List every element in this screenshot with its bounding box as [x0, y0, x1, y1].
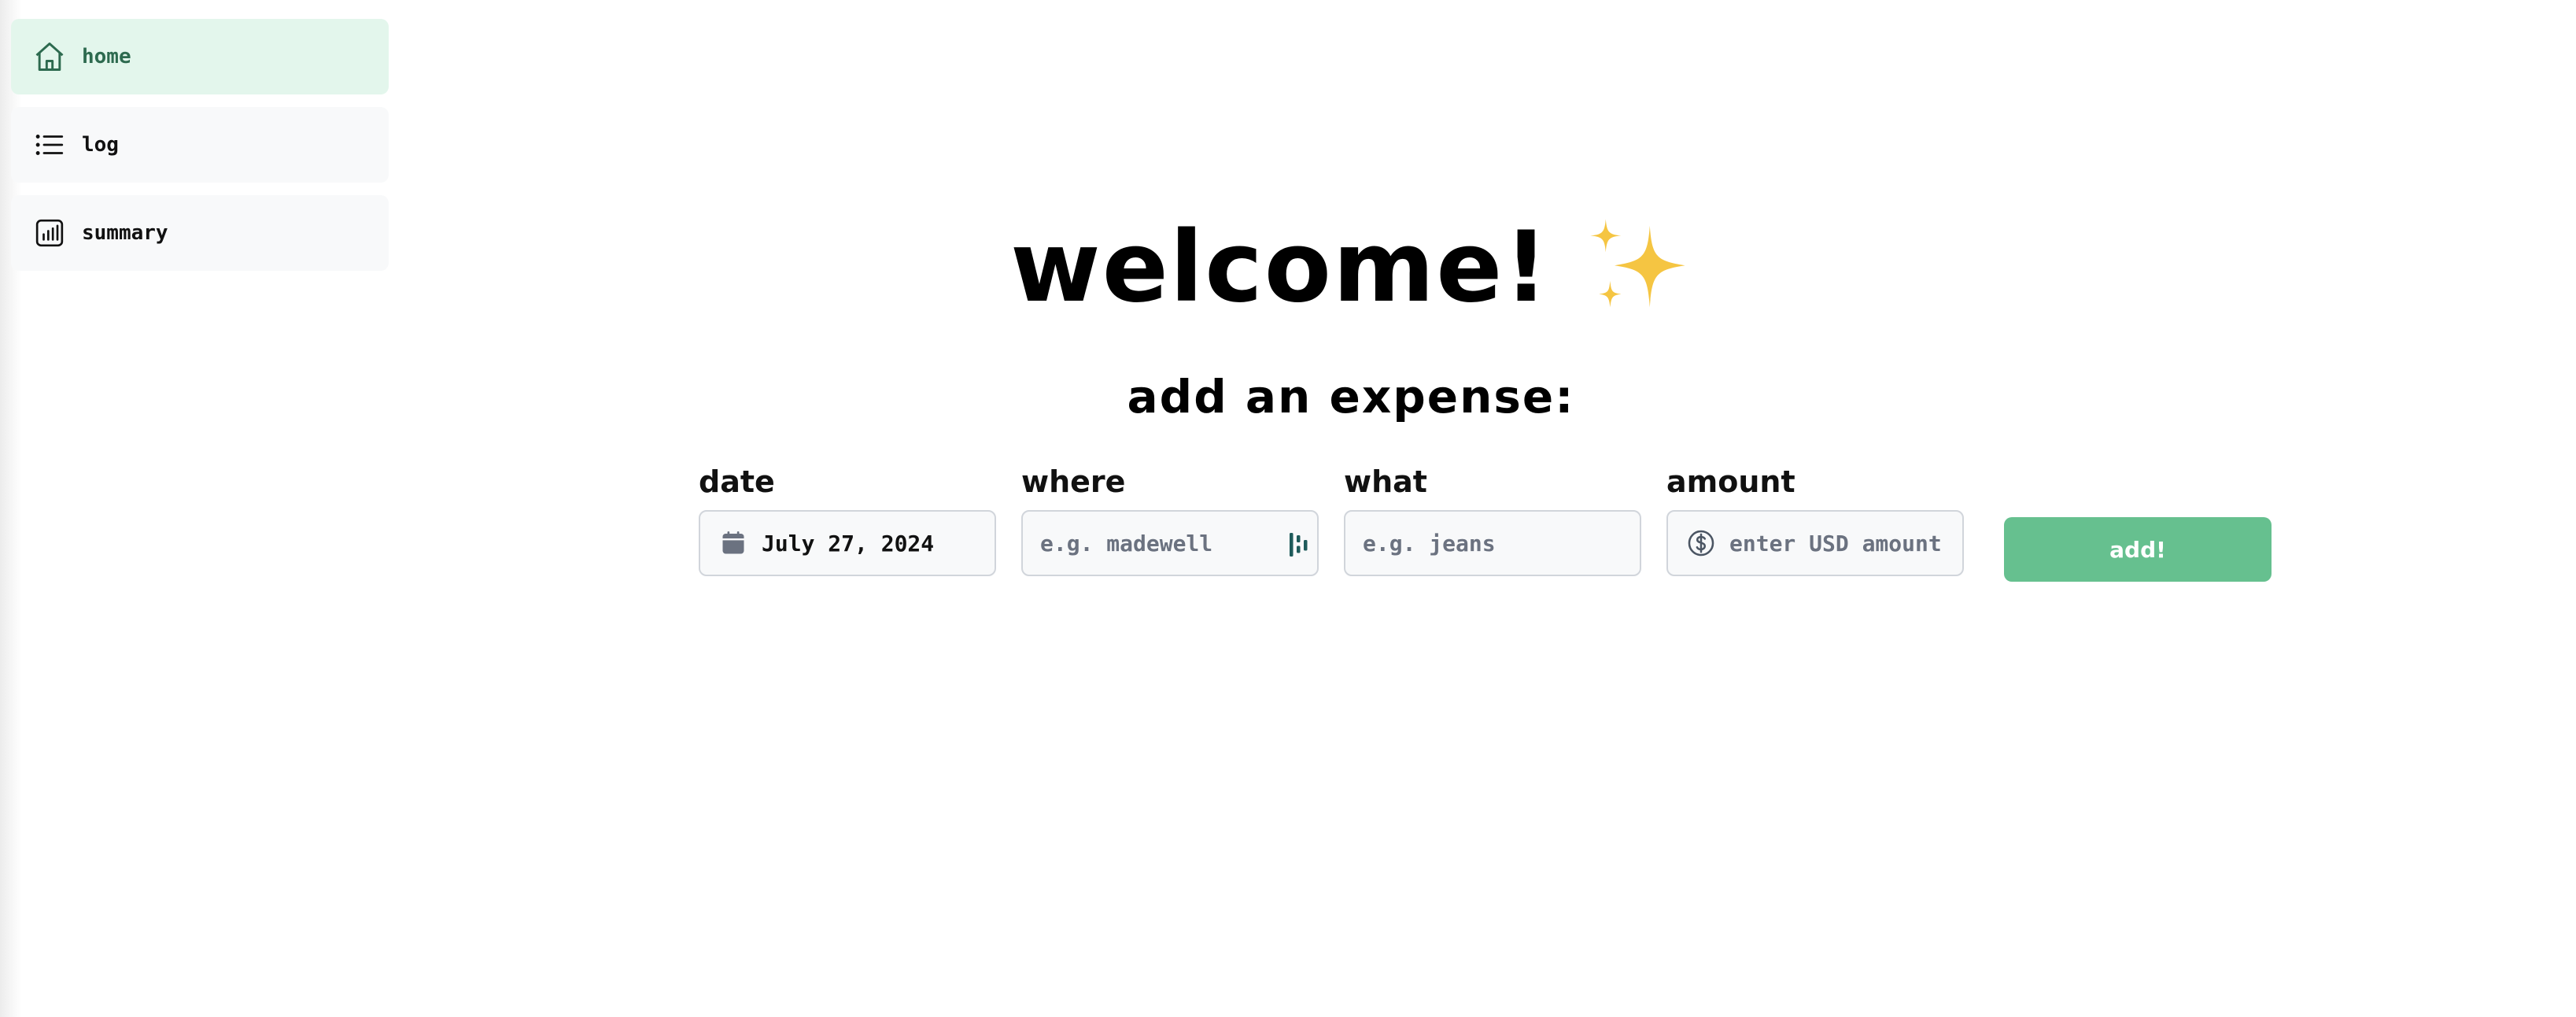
amount-input[interactable]: enter USD amount [1666, 510, 1964, 576]
calendar-icon [718, 527, 749, 559]
where-label: where [1021, 464, 1126, 499]
list-icon [31, 127, 68, 163]
page-title: welcome! [1010, 211, 1550, 324]
sidebar-item-label: log [82, 133, 119, 157]
what-field: what e.g. jeans [1344, 463, 1641, 576]
autofill-icon[interactable] [1287, 531, 1311, 559]
form-heading: add an expense: [1127, 370, 1575, 423]
what-placeholder: e.g. jeans [1363, 530, 1496, 557]
welcome-heading: welcome! [0, 205, 2576, 331]
where-input[interactable]: e.g. madewell [1021, 510, 1319, 576]
date-input[interactable]: July 27, 2024 [699, 510, 996, 576]
sidebar-item-log[interactable]: log [11, 107, 389, 183]
date-field: date July 27, 2024 [699, 463, 996, 576]
where-placeholder: e.g. madewell [1040, 530, 1213, 557]
date-value: July 27, 2024 [762, 530, 935, 557]
amount-field: amount enter USD amount [1666, 463, 1964, 576]
date-label: date [699, 464, 775, 499]
where-field: where e.g. madewell [1021, 463, 1319, 576]
sparkles-icon [1590, 219, 1685, 308]
add-expense-button[interactable]: add! [2004, 517, 2272, 582]
dollar-icon [1685, 527, 1717, 559]
amount-placeholder: enter USD amount [1729, 530, 1942, 557]
amount-label: amount [1666, 464, 1795, 499]
what-input[interactable]: e.g. jeans [1344, 510, 1641, 576]
what-label: what [1344, 464, 1427, 499]
sidebar-item-label: home [82, 45, 131, 68]
sidebar-item-home[interactable]: home [11, 19, 389, 94]
home-icon [31, 39, 68, 75]
